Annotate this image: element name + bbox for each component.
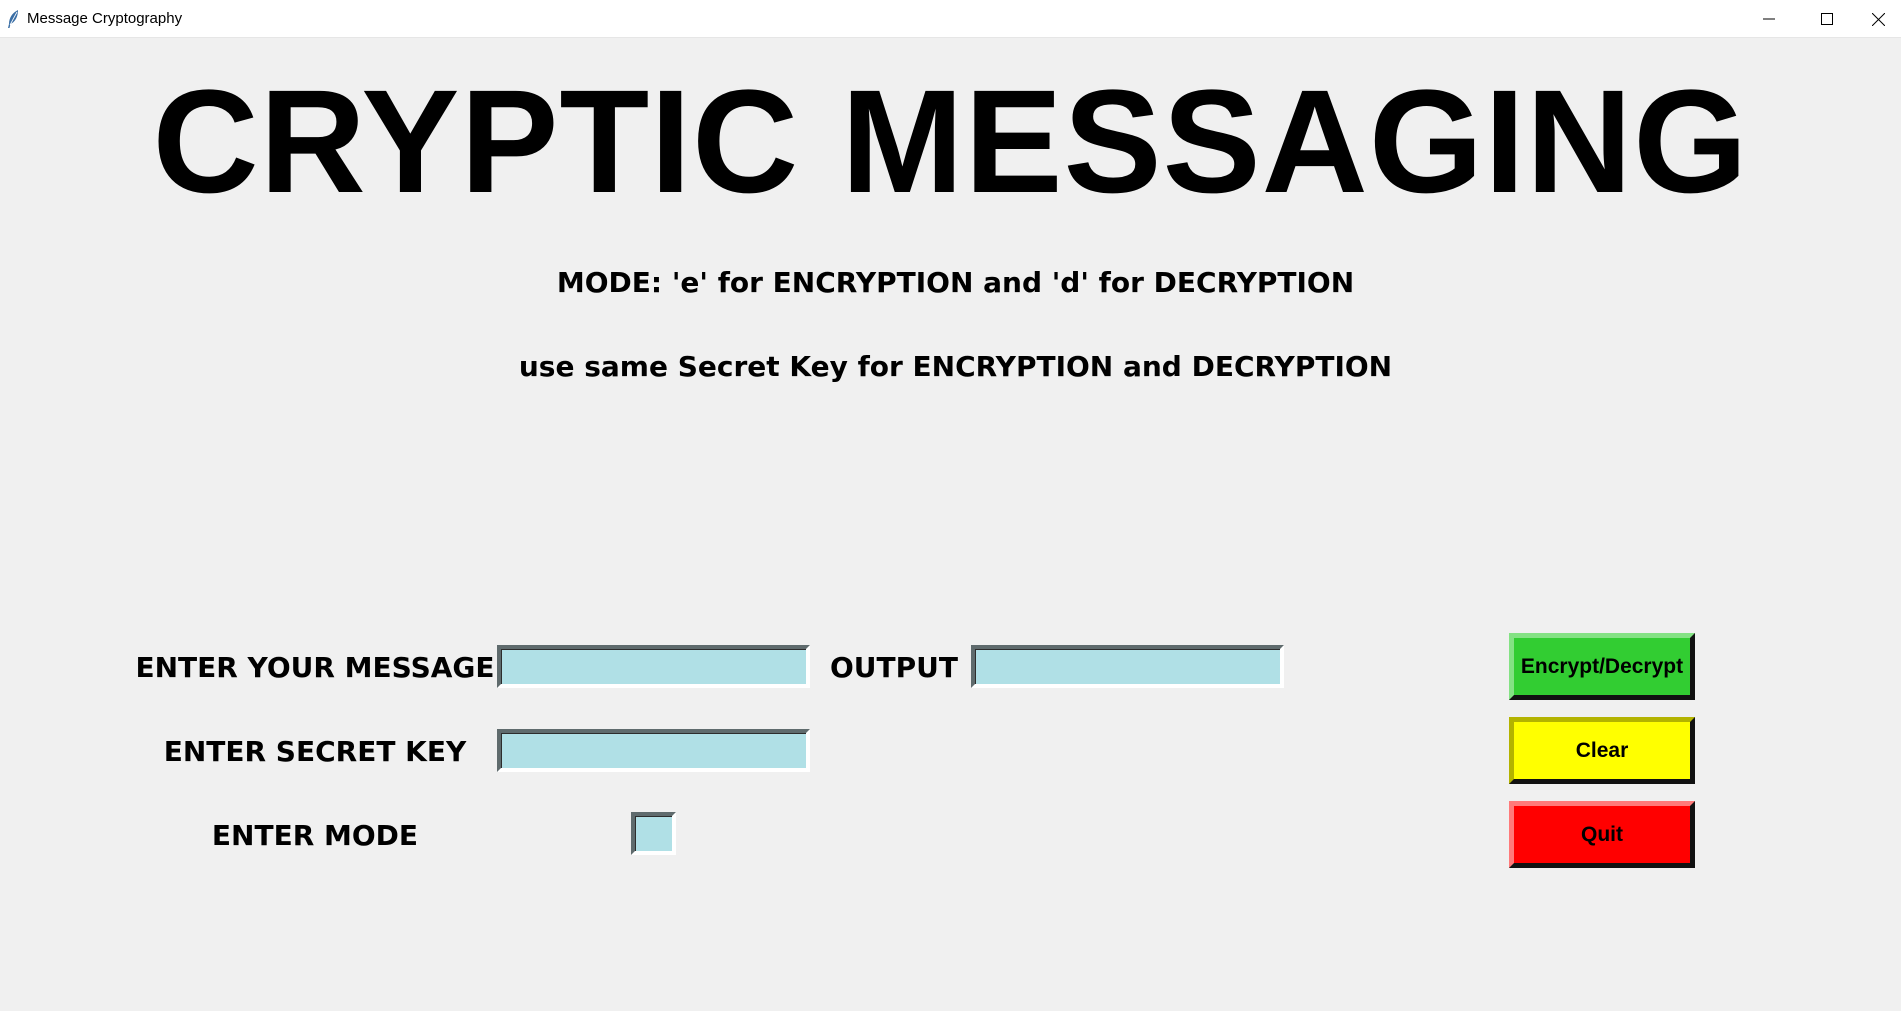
close-icon (1872, 12, 1885, 26)
maximize-button[interactable] (1798, 0, 1856, 38)
page-title: CRYPTIC MESSAGING (152, 60, 1749, 224)
mode-input[interactable] (631, 812, 676, 855)
minimize-button[interactable] (1740, 0, 1798, 38)
secret-key-input[interactable] (497, 729, 810, 772)
quit-button[interactable]: Quit (1509, 801, 1695, 868)
minimize-icon (1763, 13, 1775, 25)
message-label: ENTER YOUR MESSAGE (135, 651, 495, 684)
mode-label: ENTER MODE (211, 819, 419, 852)
clear-button[interactable]: Clear (1509, 717, 1695, 784)
output-label: OUTPUT (830, 651, 958, 684)
maximize-icon (1821, 13, 1833, 25)
output-field[interactable] (971, 645, 1284, 688)
close-button[interactable] (1856, 0, 1901, 38)
encrypt-decrypt-button[interactable]: Encrypt/Decrypt (1509, 633, 1695, 700)
key-instructions: use same Secret Key for ENCRYPTION and D… (518, 350, 1393, 383)
mode-instructions: MODE: 'e' for ENCRYPTION and 'd' for DEC… (556, 266, 1355, 299)
secret-key-label: ENTER SECRET KEY (163, 735, 467, 768)
feather-icon (6, 9, 20, 29)
app-window: Message Cryptography CRYPTIC MESSAGING M… (0, 0, 1901, 1011)
window-title: Message Cryptography (27, 10, 183, 27)
title-bar[interactable]: Message Cryptography (0, 0, 1901, 38)
message-input[interactable] (497, 645, 810, 688)
